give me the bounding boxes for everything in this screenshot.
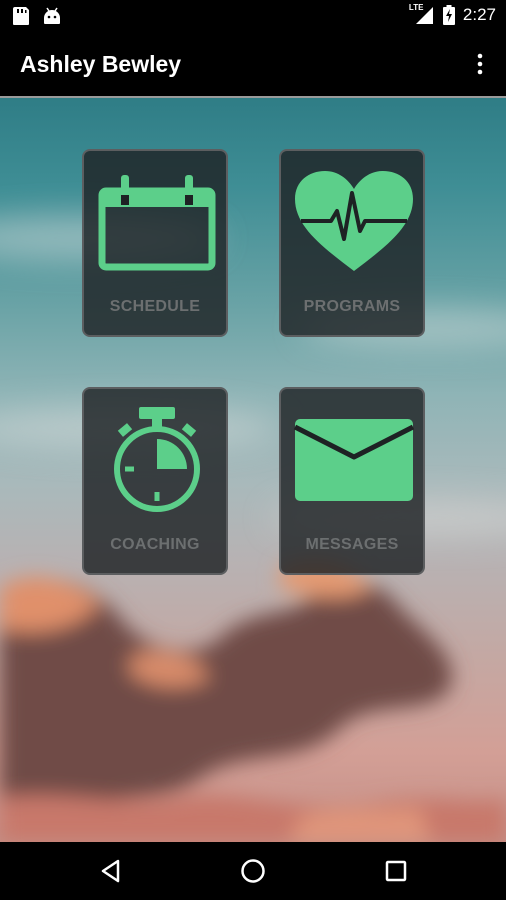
signal-icon (415, 7, 433, 24)
status-bar: LTE 2:27 (0, 0, 506, 32)
background-sky-image (0, 216, 506, 842)
android-icon (44, 7, 60, 24)
signal-indicator: LTE (409, 3, 435, 25)
coaching-label: COACHING (110, 536, 200, 553)
calendar-icon (98, 175, 216, 271)
status-time: 2:27 (462, 5, 496, 24)
battery-charging-icon (442, 5, 455, 25)
status-notifications (12, 6, 62, 26)
stopwatch-icon (114, 407, 200, 512)
more-vert-icon[interactable] (468, 52, 492, 76)
app-bar: Ashley Bewley (0, 32, 506, 96)
back-icon[interactable] (96, 856, 126, 886)
nav-bar (0, 842, 506, 900)
programs-label: PROGRAMS (303, 298, 401, 315)
app-title: Ashley Bewley (20, 51, 182, 77)
home-icon[interactable] (238, 856, 268, 886)
messages-tile[interactable]: MESSAGES (279, 387, 425, 575)
messages-label: MESSAGES (305, 536, 399, 553)
programs-tile[interactable]: PROGRAMS (279, 149, 425, 337)
envelope-icon (293, 419, 415, 501)
status-system: LTE 2:27 (409, 3, 496, 25)
coaching-tile[interactable]: COACHING (82, 387, 228, 575)
heart-pulse-icon (295, 171, 413, 271)
schedule-label: SCHEDULE (109, 298, 201, 315)
storage-icon (13, 7, 29, 25)
schedule-tile[interactable]: SCHEDULE (82, 149, 228, 337)
recents-icon[interactable] (381, 856, 411, 886)
home-dashboard: SCHEDULE PROGRAMS COACHING MESSAGES (0, 98, 506, 842)
